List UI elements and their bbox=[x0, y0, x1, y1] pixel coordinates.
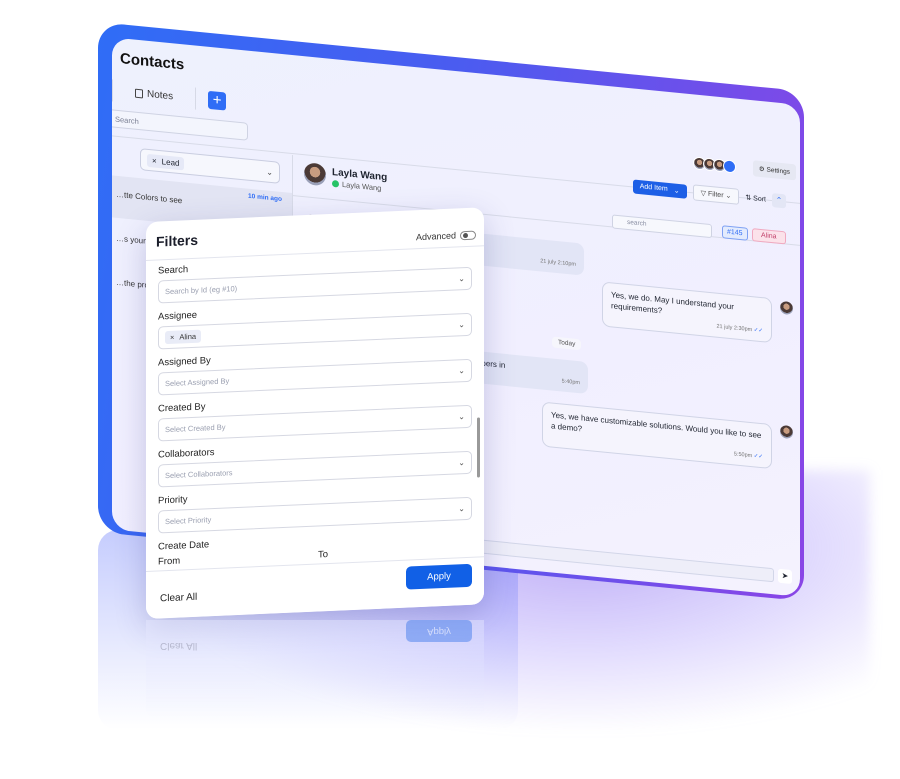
chevron-down-icon: ⌄ bbox=[266, 167, 273, 177]
assignee-chip[interactable]: × Alina bbox=[165, 329, 202, 345]
read-receipt-icon: ✓✓ bbox=[753, 327, 763, 335]
chevron-down-icon: ⌄ bbox=[458, 274, 465, 284]
tab-notes[interactable]: Notes bbox=[113, 85, 195, 104]
whatsapp-icon bbox=[332, 179, 339, 188]
ticket-id-badge[interactable]: #145 bbox=[722, 225, 748, 241]
contact-avatar bbox=[304, 162, 326, 187]
read-receipt-icon: ✓✓ bbox=[753, 453, 763, 461]
advanced-toggle[interactable]: Advanced bbox=[416, 230, 476, 242]
filter-chip[interactable]: × Lead bbox=[147, 153, 185, 170]
current-user-avatar bbox=[723, 159, 736, 174]
add-tab-button[interactable]: + bbox=[208, 90, 227, 111]
apply-button[interactable]: Apply bbox=[406, 563, 472, 590]
assignee-badge[interactable]: Alina bbox=[752, 228, 786, 245]
scrollbar[interactable] bbox=[477, 417, 480, 478]
agent-avatar bbox=[780, 300, 793, 316]
tab-bar: Notes + bbox=[112, 77, 227, 114]
collaborator-avatars[interactable] bbox=[693, 156, 736, 174]
message-outgoing: Yes, we have customizable solutions. Wou… bbox=[542, 401, 772, 470]
send-icon[interactable]: ➤ bbox=[778, 568, 792, 585]
chevron-down-icon: ⌄ bbox=[458, 504, 465, 514]
day-divider: Today bbox=[552, 336, 582, 351]
message-outgoing: Yes, we do. May I understand your requir… bbox=[602, 281, 772, 344]
chevron-down-icon: ⌄ bbox=[458, 458, 465, 468]
filters-title: Filters bbox=[156, 231, 199, 250]
filters-panel: Filters Advanced Search Search by Id (eg… bbox=[146, 207, 484, 619]
notes-icon bbox=[135, 88, 143, 98]
panel-reflection: Apply Clear All bbox=[146, 620, 484, 720]
remove-icon[interactable]: × bbox=[152, 156, 157, 165]
filters-form: Search Search by Id (eg #10) ⌄ Assignee ×… bbox=[158, 252, 472, 586]
chevron-down-icon: ⌄ bbox=[458, 412, 465, 422]
chevron-down-icon: ⌄ bbox=[458, 366, 465, 376]
contacts-search-input[interactable]: Search bbox=[112, 108, 248, 141]
remove-icon[interactable]: × bbox=[170, 333, 174, 342]
settings-button[interactable]: ⚙ Settings bbox=[752, 160, 796, 181]
contact-type-filter[interactable]: × Lead ⌄ bbox=[140, 148, 280, 184]
chevron-down-icon: ⌄ bbox=[458, 320, 465, 330]
clear-all-button[interactable]: Clear All bbox=[160, 592, 197, 605]
toggle-switch[interactable] bbox=[460, 230, 476, 240]
page-title: Contacts bbox=[120, 50, 185, 74]
agent-avatar bbox=[780, 424, 793, 440]
